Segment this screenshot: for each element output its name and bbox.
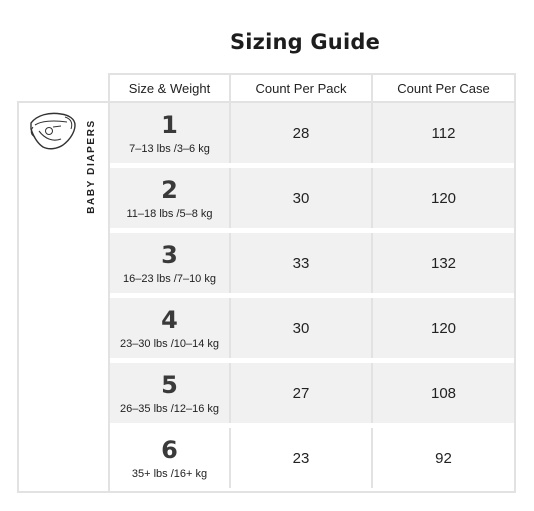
table-row: 1 7–13 lbs /3–6 kg 28 112: [110, 103, 514, 166]
header-count-per-pack: Count Per Pack: [231, 75, 373, 101]
weight-range: 35+ lbs /16+ kg: [131, 468, 208, 480]
count-per-pack-cell: 28: [231, 103, 373, 163]
size-weight-cell: 2 11–18 lbs /5–8 kg: [110, 168, 231, 228]
count-per-pack-cell: 23: [231, 428, 373, 488]
size-number: 2: [161, 176, 178, 204]
size-weight-cell: 5 26–35 lbs /12–16 kg: [110, 363, 231, 423]
count-per-case-cell: 120: [430, 319, 457, 337]
count-per-case-cell: 132: [430, 254, 457, 272]
header-count-per-case: Count Per Case: [397, 80, 490, 96]
count-per-pack-cell: 30: [231, 298, 373, 358]
weight-range: 26–35 lbs /12–16 kg: [119, 403, 220, 415]
weight-range: 16–23 lbs /7–10 kg: [123, 273, 216, 285]
size-number: 5: [161, 371, 178, 399]
category-column: BABY DIAPERS: [17, 101, 108, 493]
count-per-pack-cell: 27: [231, 363, 373, 423]
count-per-pack-cell: 30: [231, 168, 373, 228]
table-row: 6 35+ lbs /16+ kg 23 92: [110, 428, 514, 491]
size-weight-cell: 6 35+ lbs /16+ kg: [110, 428, 231, 488]
count-per-case-cell: 112: [431, 124, 456, 142]
count-per-case-cell: 108: [430, 384, 457, 402]
table-row: 2 11–18 lbs /5–8 kg 30 120: [110, 168, 514, 231]
header-size-weight: Size & Weight: [110, 75, 231, 101]
table-header: Size & Weight Count Per Pack Count Per C…: [108, 73, 516, 101]
weight-range: 11–18 lbs /5–8 kg: [126, 208, 213, 220]
size-weight-cell: 4 23–30 lbs /10–14 kg: [110, 298, 231, 358]
category-label-wrap: BABY DIAPERS: [81, 111, 101, 221]
size-number: 6: [161, 436, 178, 464]
table-row: 3 16–23 lbs /7–10 kg 33 132: [110, 233, 514, 296]
diaper-icon: [30, 112, 76, 150]
weight-range: 23–30 lbs /10–14 kg: [119, 338, 220, 350]
table-row: 4 23–30 lbs /10–14 kg 30 120: [110, 298, 514, 361]
size-weight-cell: 1 7–13 lbs /3–6 kg: [110, 103, 231, 163]
size-number: 4: [161, 306, 178, 334]
count-per-case-cell: 120: [430, 189, 457, 207]
page-title: Sizing Guide: [229, 30, 381, 54]
size-weight-cell: 3 16–23 lbs /7–10 kg: [110, 233, 231, 293]
count-per-pack-cell: 33: [231, 233, 373, 293]
size-number: 1: [161, 111, 178, 139]
count-per-case-cell: 92: [435, 449, 452, 467]
category-label: BABY DIAPERS: [85, 118, 97, 214]
sizing-table: 1 7–13 lbs /3–6 kg 28 112 2 11–18 lbs /5–8 kg…: [108, 101, 516, 493]
size-number: 3: [161, 241, 178, 269]
table-row: 5 26–35 lbs /12–16 kg 27 108: [110, 363, 514, 426]
weight-range: 7–13 lbs /3–6 kg: [129, 143, 210, 155]
